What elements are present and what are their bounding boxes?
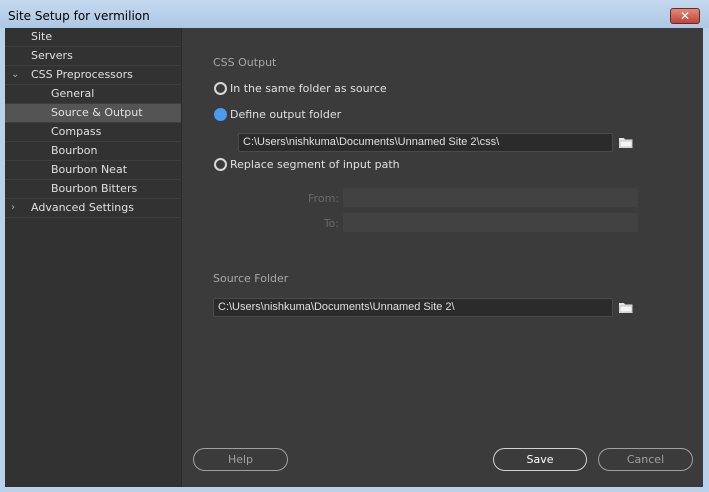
folder-icon[interactable]: [619, 137, 633, 148]
sidebar-item-general[interactable]: General: [5, 85, 181, 104]
folder-icon[interactable]: [619, 302, 633, 313]
main-panel: CSS Output In the same folder as source …: [183, 28, 703, 487]
from-input[interactable]: [343, 188, 638, 207]
window-title: Site Setup for vermilion: [8, 9, 150, 23]
sidebar-item-servers[interactable]: Servers: [5, 47, 181, 66]
radio-icon: [214, 82, 227, 95]
sidebar-item-label: Bourbon Neat: [51, 163, 128, 176]
sidebar-item-bourbon[interactable]: Bourbon: [5, 142, 181, 161]
cancel-button[interactable]: Cancel: [598, 448, 693, 471]
radio-same-folder[interactable]: In the same folder as source: [214, 82, 387, 95]
sidebar-item-css-preprocessors[interactable]: ⌄ CSS Preprocessors: [5, 66, 181, 85]
sidebar: Site Servers ⌄ CSS Preprocessors General …: [5, 28, 182, 487]
title-bar: Site Setup for vermilion ✕: [0, 0, 709, 28]
sidebar-item-label: Bourbon: [51, 144, 98, 157]
source-folder-input[interactable]: C:\Users\nishkuma\Documents\Unnamed Site…: [213, 298, 613, 317]
radio-icon: [214, 158, 227, 171]
radio-replace-segment[interactable]: Replace segment of input path: [214, 158, 400, 171]
sidebar-item-label: General: [51, 87, 95, 100]
radio-label: In the same folder as source: [230, 82, 387, 95]
dialog-body: Site Servers ⌄ CSS Preprocessors General …: [5, 28, 703, 487]
sidebar-item-bourbon-neat[interactable]: Bourbon Neat: [5, 161, 181, 180]
sidebar-item-label: CSS Preprocessors: [31, 68, 133, 81]
sidebar-item-source-output[interactable]: Source & Output: [5, 104, 181, 123]
source-folder-heading: Source Folder: [213, 272, 289, 285]
sidebar-item-label: Site: [31, 30, 53, 43]
save-button[interactable]: Save: [493, 448, 587, 471]
chevron-right-icon[interactable]: ›: [11, 199, 15, 217]
sidebar-item-bourbon-bitters[interactable]: Bourbon Bitters: [5, 180, 181, 199]
output-folder-input[interactable]: C:\Users\nishkuma\Documents\Unnamed Site…: [238, 133, 613, 152]
radio-define-output-folder[interactable]: Define output folder: [214, 108, 341, 121]
sidebar-item-label: Advanced Settings: [31, 201, 134, 214]
sidebar-item-advanced-settings[interactable]: › Advanced Settings: [5, 199, 181, 218]
sidebar-item-compass[interactable]: Compass: [5, 123, 181, 142]
from-label: From:: [308, 192, 339, 205]
close-button[interactable]: ✕: [670, 8, 700, 24]
sidebar-item-site[interactable]: Site: [5, 28, 181, 47]
sidebar-item-label: Servers: [31, 49, 73, 62]
radio-selected-icon: [214, 108, 227, 121]
to-input[interactable]: [343, 213, 638, 232]
sidebar-item-label: Compass: [51, 125, 102, 138]
to-label: To:: [323, 217, 339, 230]
sidebar-item-label: Source & Output: [51, 106, 143, 119]
chevron-down-icon[interactable]: ⌄: [11, 66, 19, 84]
radio-label: Define output folder: [230, 108, 342, 121]
sidebar-item-label: Bourbon Bitters: [51, 182, 138, 195]
radio-label: Replace segment of input path: [230, 158, 400, 171]
help-button[interactable]: Help: [193, 448, 288, 471]
css-output-heading: CSS Output: [213, 56, 277, 69]
